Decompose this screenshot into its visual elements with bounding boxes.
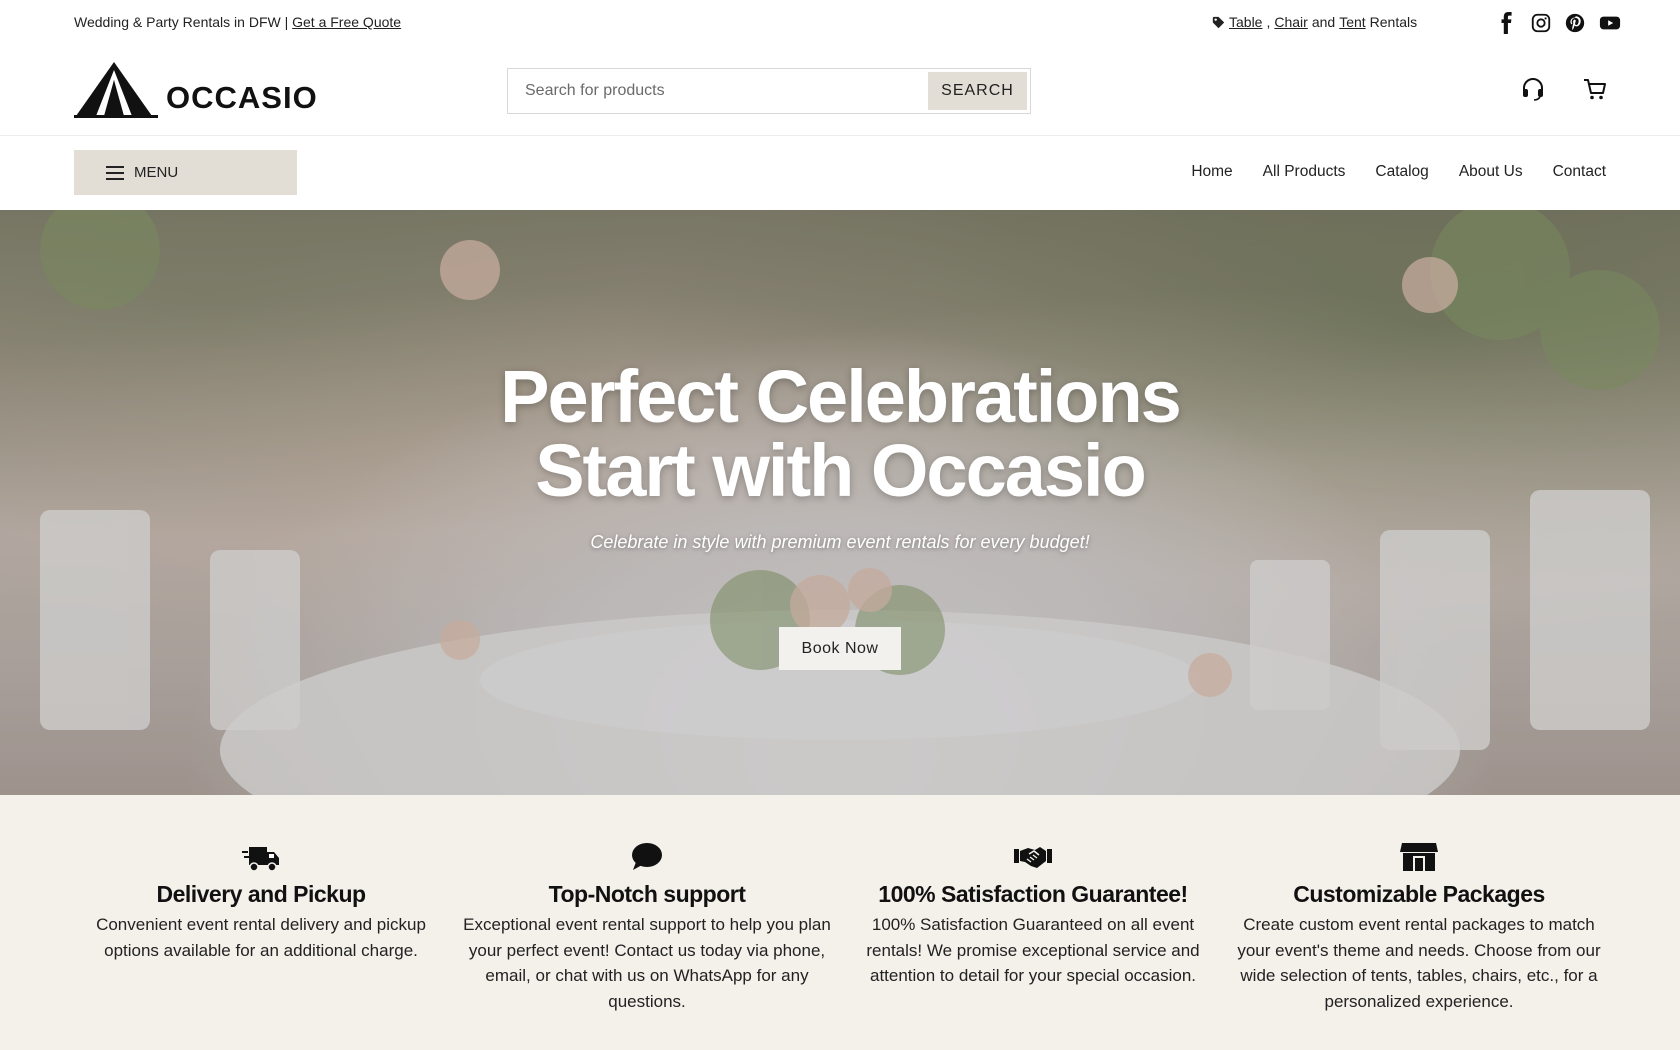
tag-icon: [1212, 16, 1225, 28]
features-section: Delivery and Pickup Convenient event ren…: [0, 795, 1680, 1050]
search-button[interactable]: SEARCH: [928, 72, 1027, 110]
nav-link-all-products[interactable]: All Products: [1263, 163, 1346, 181]
feature-packages: Customizable Packages Create custom even…: [1229, 841, 1609, 1014]
feature-title: Delivery and Pickup: [156, 881, 366, 907]
hero-title: Perfect Celebrations Start with Occasio: [0, 360, 1680, 508]
feature-text: Create custom event rental packages to m…: [1237, 915, 1601, 1011]
handshake-icon: [1014, 847, 1052, 868]
promo-link-table[interactable]: Table: [1229, 14, 1262, 30]
store-icon: [1400, 843, 1438, 871]
headset-icon[interactable]: [1520, 76, 1546, 102]
top-bar: Wedding & Party Rentals in DFW | Get a F…: [0, 0, 1680, 46]
logo-text: OCCASIO: [166, 80, 318, 115]
social-links: [1496, 12, 1621, 34]
promo-link-chair[interactable]: Chair: [1274, 14, 1307, 30]
hero-banner: Perfect Celebrations Start with Occasio …: [0, 210, 1680, 795]
feature-support: Top-Notch support Exceptional event rent…: [457, 841, 837, 1014]
feature-title: Top-Notch support: [548, 881, 746, 907]
promo-link-tent[interactable]: Tent: [1339, 14, 1365, 30]
nav-link-about-us[interactable]: About Us: [1459, 163, 1523, 181]
menu-button[interactable]: MENU: [74, 150, 297, 195]
promo-suffix: Rentals: [1369, 14, 1418, 30]
header-actions: [1520, 76, 1608, 102]
search-bar: SEARCH: [507, 68, 1031, 114]
top-bar-tagline-wrap: Wedding & Party Rentals in DFW | Get a F…: [74, 14, 401, 30]
book-now-button[interactable]: Book Now: [779, 627, 901, 670]
site-header: OCCASIO SEARCH: [0, 46, 1680, 136]
feature-title: 100% Satisfaction Guarantee!: [878, 881, 1188, 907]
feature-text: Convenient event rental delivery and pic…: [96, 915, 426, 960]
facebook-icon[interactable]: [1496, 12, 1518, 34]
search-input[interactable]: [511, 72, 928, 110]
instagram-icon[interactable]: [1530, 12, 1552, 34]
top-bar-tagline: Wedding & Party Rentals in DFW |: [74, 14, 289, 30]
hero-subtitle: Celebrate in style with premium event re…: [590, 532, 1090, 552]
feature-delivery: Delivery and Pickup Convenient event ren…: [71, 841, 451, 963]
feature-guarantee: 100% Satisfaction Guarantee! 100% Satisf…: [843, 841, 1223, 989]
promo-and: and: [1311, 14, 1336, 30]
free-quote-link[interactable]: Get a Free Quote: [292, 14, 401, 30]
main-nav: MENU Home All Products Catalog About Us …: [0, 137, 1680, 210]
nav-link-contact[interactable]: Contact: [1553, 163, 1606, 181]
hero-title-line2: Start with Occasio: [535, 429, 1147, 512]
nav-link-home[interactable]: Home: [1191, 163, 1232, 181]
site-logo[interactable]: OCCASIO: [74, 60, 318, 118]
feature-text: 100% Satisfaction Guaranteed on all even…: [866, 915, 1200, 985]
youtube-icon[interactable]: [1598, 12, 1621, 34]
promo-comma: ,: [1266, 14, 1271, 30]
menu-label: MENU: [134, 164, 179, 181]
tent-logo-icon: [74, 62, 158, 118]
feature-text: Exceptional event rental support to help…: [463, 915, 831, 1011]
rentals-promo: Table, Chair and Tent Rentals: [1212, 14, 1417, 30]
hero-title-line1: Perfect Celebrations: [500, 355, 1182, 438]
nav-link-catalog[interactable]: Catalog: [1375, 163, 1428, 181]
truck-icon: [242, 847, 279, 872]
hamburger-icon: [106, 165, 124, 180]
nav-links: Home All Products Catalog About Us Conta…: [1191, 163, 1606, 181]
cart-icon[interactable]: [1582, 76, 1608, 102]
feature-title: Customizable Packages: [1293, 881, 1545, 907]
pinterest-icon[interactable]: [1564, 12, 1586, 34]
chat-bubble-icon: [632, 843, 662, 870]
